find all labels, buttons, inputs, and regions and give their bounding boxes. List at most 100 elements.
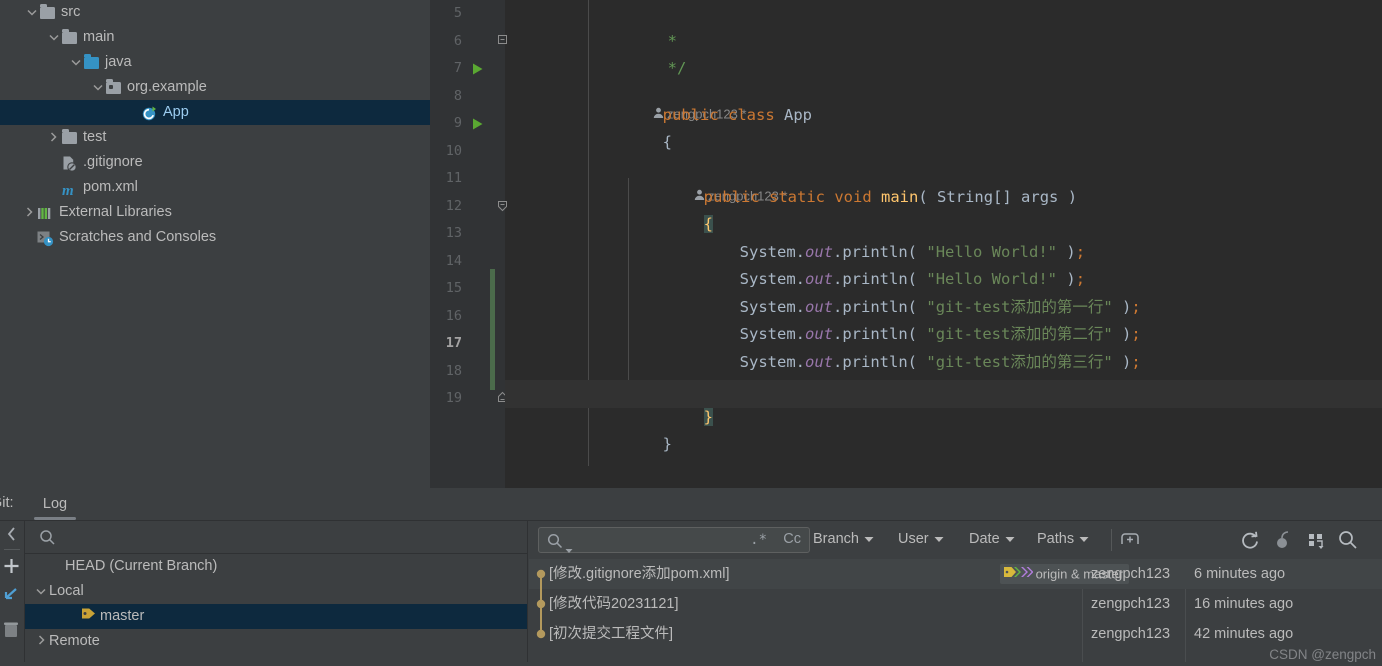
code-line-9[interactable]: public static void main( String[] args ) xyxy=(629,156,1077,206)
inlay-annotation-author[interactable]: zengpch123 * xyxy=(629,128,788,203)
commit-author: zengpch123 xyxy=(1091,566,1171,582)
project-tree-item-java[interactable]: java xyxy=(0,50,430,75)
java-class-icon xyxy=(141,105,159,121)
branch-row-local[interactable]: Local xyxy=(25,579,527,604)
branch-row-remote[interactable]: Remote xyxy=(25,629,527,654)
branch-filter-field[interactable] xyxy=(25,521,527,554)
toolstrip-divider xyxy=(4,549,20,550)
project-tree-item-pom-xml[interactable]: m pom.xml xyxy=(0,175,430,200)
type-token: String[] xyxy=(937,187,1012,206)
code-line-7[interactable]: public class App xyxy=(588,74,812,124)
commit-author: zengpch123 xyxy=(1091,626,1171,642)
chevron-down-icon[interactable] xyxy=(90,75,105,100)
git-tool-window: Git: Log HEAD ( xyxy=(0,488,1382,666)
chevron-down-icon[interactable] xyxy=(24,0,39,25)
commit-author: zengpch123 xyxy=(1091,596,1171,612)
line-number-14: 14 xyxy=(445,252,462,269)
search-icon[interactable] xyxy=(1337,529,1359,551)
regex-toggle[interactable]: .* xyxy=(750,532,767,548)
code-line-8[interactable]: { xyxy=(588,102,672,151)
println-token: println xyxy=(842,352,908,371)
code-text-area[interactable]: * */ zengpch123 * public class App {zen… xyxy=(505,0,1382,488)
cherry-pick-icon[interactable] xyxy=(1271,529,1293,551)
filter-user-button[interactable]: User xyxy=(898,531,944,547)
commit-row[interactable]: [初次提交工程文件] zengpch123 42 minutes ago xyxy=(529,619,1382,649)
line-number-6: 6 xyxy=(453,32,462,49)
project-tree-item-org-example[interactable]: org.example xyxy=(0,75,430,100)
commit-subject: [修改代码20231121] xyxy=(549,596,679,612)
new-tab-icon[interactable] xyxy=(1119,529,1141,551)
chevron-down-icon[interactable] xyxy=(565,541,573,559)
line-number-12: 12 xyxy=(445,197,462,214)
code-line-13[interactable]: System.out.println( "git-test添加的第一行" ); xyxy=(665,266,1141,316)
idea-window: src main java org.example App test .gitignore m… xyxy=(0,0,1382,666)
chevron-right-icon[interactable] xyxy=(33,629,49,654)
code-line-15[interactable]: System.out.println( "git-test添加的第三行" ); xyxy=(665,321,1141,371)
project-tree-item-app[interactable]: App xyxy=(0,100,430,125)
git-log-pane: .* Cc Branch User Date Paths [修改.gitigno… xyxy=(529,521,1382,666)
code-line-11[interactable]: System.out.println( "Hello World!" ); xyxy=(665,211,1085,261)
log-search-field[interactable]: .* Cc xyxy=(538,527,810,553)
paren-token: ( xyxy=(907,352,918,371)
chevron-down-icon[interactable] xyxy=(68,50,83,75)
inlay-annotation-author[interactable]: zengpch123 * xyxy=(588,46,747,121)
code-line-5[interactable]: * xyxy=(593,0,677,50)
code-line-12[interactable]: System.out.println( "Hello World!" ); xyxy=(665,239,1085,288)
project-tree-item-test[interactable]: test xyxy=(0,125,430,150)
code-line-17[interactable]: } xyxy=(629,376,713,426)
code-editor[interactable]: 5 6 7 8 9 10 11 12 13 14 15 16 17 18 19 * xyxy=(430,0,1382,488)
branch-search-input[interactable] xyxy=(63,526,503,548)
branch-row-master[interactable]: master xyxy=(25,604,527,629)
folder-blue-icon xyxy=(83,54,101,71)
commit-row[interactable]: [修改代码20231121] zengpch123 16 minutes ago xyxy=(529,589,1382,619)
chevron-down-icon[interactable] xyxy=(46,25,61,50)
project-tool-window: src main java org.example App test .gitignore m… xyxy=(0,0,430,488)
project-tree-item-label: test xyxy=(83,129,107,145)
vcs-change-marker[interactable] xyxy=(490,269,495,390)
filter-branch-button[interactable]: Branch xyxy=(813,531,874,547)
show-as-tree-icon[interactable] xyxy=(1305,529,1327,551)
system-token: System xyxy=(739,352,796,371)
chevron-down-icon xyxy=(864,531,874,547)
project-tree-item-scratches-and-consoles[interactable]: Scratches and Consoles xyxy=(0,225,430,250)
code-line-14[interactable]: System.out.println( "git-test添加的第二行" ); xyxy=(665,294,1141,343)
line-number-9: 9 xyxy=(453,115,462,131)
chevron-right-icon[interactable] xyxy=(46,125,61,150)
line-number-19: 19 xyxy=(445,390,462,406)
branch-row-label: Remote xyxy=(49,633,100,649)
line-number-5: 5 xyxy=(453,5,462,21)
code-line-18[interactable]: } xyxy=(588,404,672,453)
line-number-16: 16 xyxy=(445,307,462,324)
paren-token: ) xyxy=(1067,187,1078,206)
commit-list[interactable]: [修改.gitignore添加pom.xml] origin & master ze… xyxy=(529,559,1382,666)
refresh-icon[interactable] xyxy=(1239,529,1261,551)
match-case-toggle[interactable]: Cc xyxy=(783,531,801,547)
chevron-right-icon[interactable] xyxy=(22,200,37,225)
branch-row-head-current-branch[interactable]: HEAD (Current Branch) xyxy=(25,554,527,579)
project-tree-item-src[interactable]: src xyxy=(0,0,430,25)
filter-paths-button[interactable]: Paths xyxy=(1037,531,1089,547)
git-branch-pane: HEAD (Current Branch) Local master Remote xyxy=(24,521,528,666)
project-tree-item-gitignore[interactable]: .gitignore xyxy=(0,150,430,175)
add-icon[interactable] xyxy=(0,553,24,579)
line-number-7: 7 xyxy=(453,60,462,76)
filter-date-button[interactable]: Date xyxy=(969,531,1015,547)
line-number-13: 13 xyxy=(445,225,462,241)
run-gutter-icon[interactable] xyxy=(471,110,485,138)
project-tree-item-label: External Libraries xyxy=(59,204,172,220)
chevron-down-icon[interactable] xyxy=(33,579,49,604)
delete-icon[interactable] xyxy=(0,617,24,643)
checkout-icon[interactable] xyxy=(0,583,24,609)
run-gutter-icon[interactable] xyxy=(471,55,485,83)
folder-gray-icon xyxy=(61,29,79,46)
tab-log[interactable]: Log xyxy=(28,493,82,520)
code-line-10[interactable]: { xyxy=(629,184,713,233)
collapse-icon[interactable] xyxy=(0,521,24,547)
project-tree-item-external-libraries[interactable]: External Libraries xyxy=(0,200,430,225)
project-tree-item-label: java xyxy=(105,54,132,70)
project-tree-item-main[interactable]: main xyxy=(0,25,430,50)
out-token: out xyxy=(805,352,833,371)
editor-gutter[interactable]: 5 6 7 8 9 10 11 12 13 14 15 16 17 18 19 xyxy=(430,0,507,488)
log-search-input[interactable] xyxy=(577,531,757,549)
commit-row[interactable]: [修改.gitignore添加pom.xml] origin & master ze… xyxy=(529,559,1382,589)
